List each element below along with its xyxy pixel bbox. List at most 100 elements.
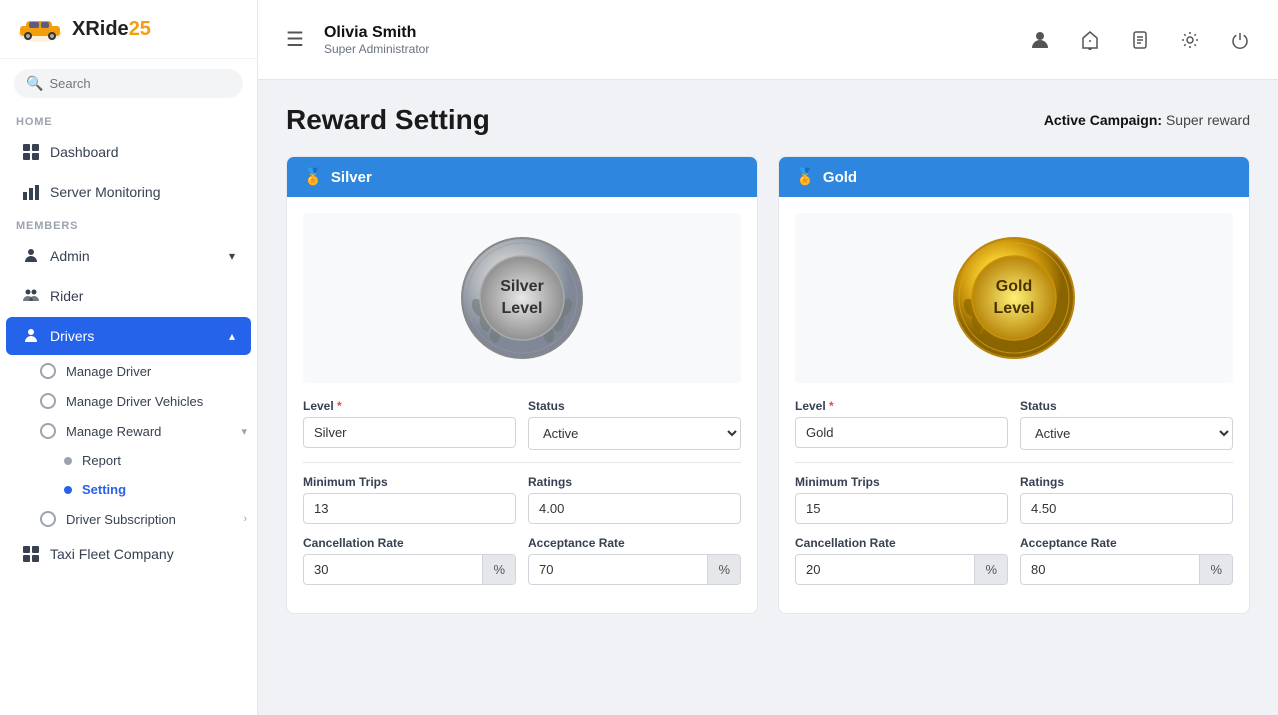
svg-text:Gold: Gold [996,278,1032,295]
gold-cancellation-acceptance-row: Cancellation Rate % Acceptance Rate % [795,536,1233,585]
setting-label: Setting [82,482,126,497]
settings-gear-icon[interactable] [1172,22,1208,58]
silver-acceptance-input-wrapper: % [528,554,741,585]
gold-card-body: Gold Level Level * Status [779,197,1249,613]
silver-min-trips-input[interactable] [303,493,516,524]
admin-label: Admin [50,248,90,264]
user-role: Super Administrator [324,42,1010,56]
manage-driver-indicator [40,363,56,379]
silver-acceptance-input[interactable] [529,555,707,584]
silver-ratings-input[interactable] [528,493,741,524]
sidebar-item-taxi-fleet[interactable]: Taxi Fleet Company [6,535,251,573]
sidebar-item-dashboard[interactable]: Dashboard [6,133,251,171]
silver-medal-svg: Silver Level [457,233,587,363]
drivers-icon [22,327,40,345]
main-area: ☰ Olivia Smith Super Administrator [258,0,1278,715]
silver-ratings-label: Ratings [528,475,741,489]
report-dot [64,457,72,465]
search-wrapper: 🔍 [0,59,257,108]
svg-text:Silver: Silver [500,278,544,295]
taxi-fleet-icon [22,545,40,563]
silver-status-select[interactable]: Active Inactive [528,417,741,450]
gold-cancellation-input-wrapper: % [795,554,1008,585]
driver-subscription-indicator [40,511,56,527]
silver-card-header: 🏅 Silver [287,157,757,197]
sidebar-item-drivers[interactable]: Drivers ▴ [6,317,251,355]
gold-cancellation-suffix: % [974,555,1007,584]
gold-divider-1 [795,462,1233,463]
silver-level-group: Level * [303,399,516,450]
silver-cancellation-input-wrapper: % [303,554,516,585]
sidebar-item-setting[interactable]: Setting [54,475,257,504]
gold-medal-icon: 🏅 [795,167,815,187]
gold-level-status-row: Level * Status Active Inactive [795,399,1233,450]
rider-icon [22,287,40,305]
gold-status-label: Status [1020,399,1233,413]
sidebar-item-server-monitoring[interactable]: Server Monitoring [6,173,251,211]
gold-ratings-group: Ratings [1020,475,1233,524]
svg-text:Level: Level [502,300,543,317]
content-area: Reward Setting Active Campaign: Super re… [258,80,1278,715]
silver-level-input[interactable] [303,417,516,448]
sidebar: XRide25 🔍 HOME Dashboard Se [0,0,258,715]
gold-trips-ratings-row: Minimum Trips Ratings [795,475,1233,524]
gold-status-group: Status Active Inactive [1020,399,1233,450]
dashboard-label: Dashboard [50,144,119,160]
sidebar-item-manage-driver-vehicles[interactable]: Manage Driver Vehicles [30,386,257,416]
svg-text:Level: Level [994,300,1035,317]
sidebar-item-manage-driver[interactable]: Manage Driver [30,356,257,386]
manage-driver-vehicles-indicator [40,393,56,409]
gold-min-trips-input[interactable] [795,493,1008,524]
page-header: Reward Setting Active Campaign: Super re… [286,104,1250,136]
gold-level-input[interactable] [795,417,1008,448]
power-icon[interactable] [1222,22,1258,58]
sidebar-item-rider[interactable]: Rider [6,277,251,315]
members-section-label: MEMBERS [0,212,257,236]
person-icon [22,247,40,265]
server-monitoring-label: Server Monitoring [50,184,161,200]
report-label: Report [82,453,121,468]
gold-acceptance-input[interactable] [1021,555,1199,584]
home-section-label: HOME [0,108,257,132]
document-icon[interactable] [1122,22,1158,58]
gold-ratings-input[interactable] [1020,493,1233,524]
menu-toggle-button[interactable]: ☰ [278,23,312,56]
topbar-icons [1022,22,1258,58]
logo-icon [16,14,64,44]
gold-status-select[interactable]: Active Inactive [1020,417,1233,450]
silver-medal-icon: 🏅 [303,167,323,187]
sidebar-item-manage-reward[interactable]: Manage Reward ▾ [30,416,257,446]
silver-acceptance-suffix: % [707,555,740,584]
grid-icon [22,143,40,161]
sidebar-item-report[interactable]: Report [54,446,257,475]
cards-grid: 🏅 Silver [286,156,1250,614]
search-input[interactable] [49,76,231,91]
page-title: Reward Setting [286,104,490,136]
sidebar-item-driver-subscription[interactable]: Driver Subscription › [30,504,257,534]
gold-card-header: 🏅 Gold [779,157,1249,197]
gold-card-title: Gold [823,169,857,186]
user-info: Olivia Smith Super Administrator [324,24,1010,56]
rider-label: Rider [50,288,83,304]
gold-cancellation-group: Cancellation Rate % [795,536,1008,585]
gold-cancellation-input[interactable] [796,555,974,584]
admin-chevron: ▾ [229,249,235,263]
silver-cancellation-label: Cancellation Rate [303,536,516,550]
gold-ratings-label: Ratings [1020,475,1233,489]
taxi-fleet-label: Taxi Fleet Company [50,546,174,562]
silver-level-label: Level * [303,399,516,413]
silver-cancellation-input[interactable] [304,555,482,584]
active-campaign: Active Campaign: Super reward [1044,112,1250,128]
topbar: ☰ Olivia Smith Super Administrator [258,0,1278,80]
gold-medal-svg: Gold Level [949,233,1079,363]
alert-icon[interactable] [1072,22,1108,58]
search-icon: 🔍 [26,75,43,92]
search-container[interactable]: 🔍 [14,69,243,98]
drivers-label: Drivers [50,328,94,344]
silver-medal-display: Silver Level [303,213,741,383]
sidebar-item-admin[interactable]: Admin ▾ [6,237,251,275]
silver-status-label: Status [528,399,741,413]
user-profile-icon[interactable] [1022,22,1058,58]
silver-min-trips-label: Minimum Trips [303,475,516,489]
silver-card: 🏅 Silver [286,156,758,614]
